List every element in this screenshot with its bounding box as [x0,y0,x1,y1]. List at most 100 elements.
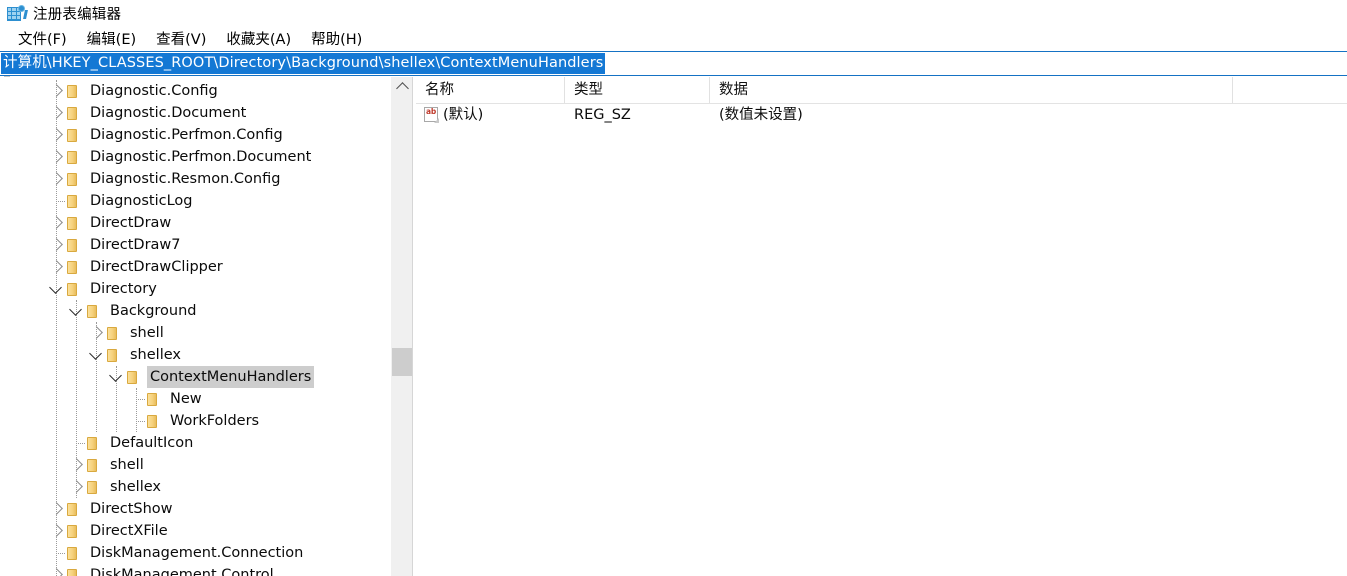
folder-icon [85,480,101,495]
folder-icon [85,436,101,451]
folder-icon [125,370,141,385]
menu-item-help[interactable]: 帮助(H) [301,26,372,52]
tree-item[interactable]: DirectDrawClipper [10,256,398,278]
tree-item[interactable]: DirectDraw7 [10,234,398,256]
menu-item-favorites[interactable]: 收藏夹(A) [216,26,301,52]
chevron-right-icon[interactable] [89,322,105,344]
chevron-right-icon[interactable] [49,80,65,102]
chevron-down-icon[interactable] [109,366,125,388]
menu-bar: 文件(F) 编辑(E) 查看(V) 收藏夹(A) 帮助(H) [0,26,1347,51]
tree-item[interactable]: shell [10,322,398,344]
value-list-column-header[interactable]: 数据 [710,77,1233,103]
folder-icon [85,458,101,473]
menu-item-view[interactable]: 查看(V) [146,26,216,52]
tree-item[interactable]: Diagnostic.Document [10,102,398,124]
chevron-right-icon[interactable] [49,498,65,520]
tree-item[interactable]: shellex [10,476,398,498]
tree-vertical-scrollbar[interactable] [390,77,413,576]
tree-item-label: DiagnosticLog [90,193,193,209]
tree-item-label: shellex [130,347,181,363]
tree-guide-stub [136,421,145,423]
chevron-right-icon[interactable] [69,454,85,476]
tree-item[interactable]: shell [10,454,398,476]
tree-item-label: DirectXFile [90,523,168,539]
tree-item[interactable]: WorkFolders [10,410,398,432]
tree-item-label: Background [110,303,197,319]
folder-icon [65,216,81,231]
value-list-column-header[interactable]: 类型 [565,77,710,103]
chevron-right-icon[interactable] [49,146,65,168]
tree-item-label: ContextMenuHandlers [147,366,315,388]
folder-icon [85,304,101,319]
content-area: Diagnostic.Config Diagnostic.Document Diag… [0,77,1347,576]
folder-icon [65,238,81,253]
registry-key-tree-rows: Diagnostic.Config Diagnostic.Document Diag… [10,80,398,576]
registry-value-list[interactable]: 名称 类型 数据 ab (默认) REG_SZ (数值未设置) [416,77,1347,576]
tree-item[interactable]: DefaultIcon [10,432,398,454]
address-bar-path-text[interactable]: 计算机\HKEY_CLASSES_ROOT\Directory\Backgrou… [1,53,606,74]
chevron-right-icon[interactable] [69,476,85,498]
chevron-down-icon[interactable] [69,300,85,322]
tree-item[interactable]: Diagnostic.Resmon.Config [10,168,398,190]
tree-guide-stub [76,443,85,445]
tree-item-label: Diagnostic.Perfmon.Document [90,149,312,165]
chevron-right-icon[interactable] [49,124,65,146]
tree-item[interactable]: Background [10,300,398,322]
tree-item-label: New [170,391,202,407]
tree-item[interactable]: DiskManagement.Connection [10,542,398,564]
chevron-right-icon[interactable] [49,520,65,542]
tree-item-label: DirectDraw7 [90,237,181,253]
tree-guide-stub [56,553,65,555]
address-bar[interactable]: 计算机\HKEY_CLASSES_ROOT\Directory\Backgrou… [0,51,1347,76]
value-data: (数值未设置) [719,107,803,123]
tree-item-label: shellex [110,479,161,495]
tree-item-label: Diagnostic.Config [90,83,218,99]
tree-item[interactable]: DiagnosticLog [10,190,398,212]
scrollbar-thumb[interactable] [392,348,412,376]
value-list-column-header[interactable]: 名称 [416,77,565,103]
tree-item-label: WorkFolders [170,413,260,429]
folder-icon [145,414,161,429]
tree-item-selected[interactable]: ContextMenuHandlers [10,366,398,388]
folder-icon [65,106,81,121]
tree-item[interactable]: DirectDraw [10,212,398,234]
folder-icon [65,568,81,576]
chevron-up-icon [395,82,409,95]
tree-item-label: DiskManagement.Connection [90,545,304,561]
chevron-down-icon[interactable] [49,278,65,300]
chevron-right-icon[interactable] [49,212,65,234]
menu-item-file[interactable]: 文件(F) [8,26,77,52]
folder-icon [65,194,81,209]
tree-item[interactable]: Diagnostic.Perfmon.Document [10,146,398,168]
tree-item[interactable]: DiskManagement.Control [10,564,398,576]
chevron-right-icon[interactable] [49,168,65,190]
tree-item[interactable]: Directory [10,278,398,300]
tree-item[interactable]: DirectShow [10,498,398,520]
registry-key-tree[interactable]: Diagnostic.Config Diagnostic.Document Diag… [10,77,412,576]
folder-icon [65,282,81,297]
folder-icon [145,392,161,407]
tree-item[interactable]: shellex [10,344,398,366]
tree-item[interactable]: New [10,388,398,410]
tree-item-label: Diagnostic.Perfmon.Config [90,127,283,143]
tree-leaf-connector [49,190,65,212]
folder-icon [105,348,121,363]
chevron-right-icon[interactable] [49,234,65,256]
tree-item[interactable]: DirectXFile [10,520,398,542]
tree-leaf-connector [69,432,85,454]
chevron-down-icon[interactable] [89,344,105,366]
menu-item-edit[interactable]: 编辑(E) [77,26,146,52]
title-bar: 注册表编辑器 [0,0,1347,26]
tree-item[interactable]: Diagnostic.Perfmon.Config [10,124,398,146]
value-list-row[interactable]: ab (默认) REG_SZ (数值未设置) [416,104,1347,126]
chevron-right-icon[interactable] [49,564,65,576]
tree-item-label: Diagnostic.Document [90,105,247,121]
chevron-right-icon[interactable] [49,102,65,124]
scroll-up-button[interactable] [391,77,413,97]
folder-icon [65,524,81,539]
tree-item-label: Directory [90,281,157,297]
registry-editor-icon [7,4,28,22]
value-type: REG_SZ [574,107,631,123]
chevron-right-icon[interactable] [49,256,65,278]
tree-item[interactable]: Diagnostic.Config [10,80,398,102]
